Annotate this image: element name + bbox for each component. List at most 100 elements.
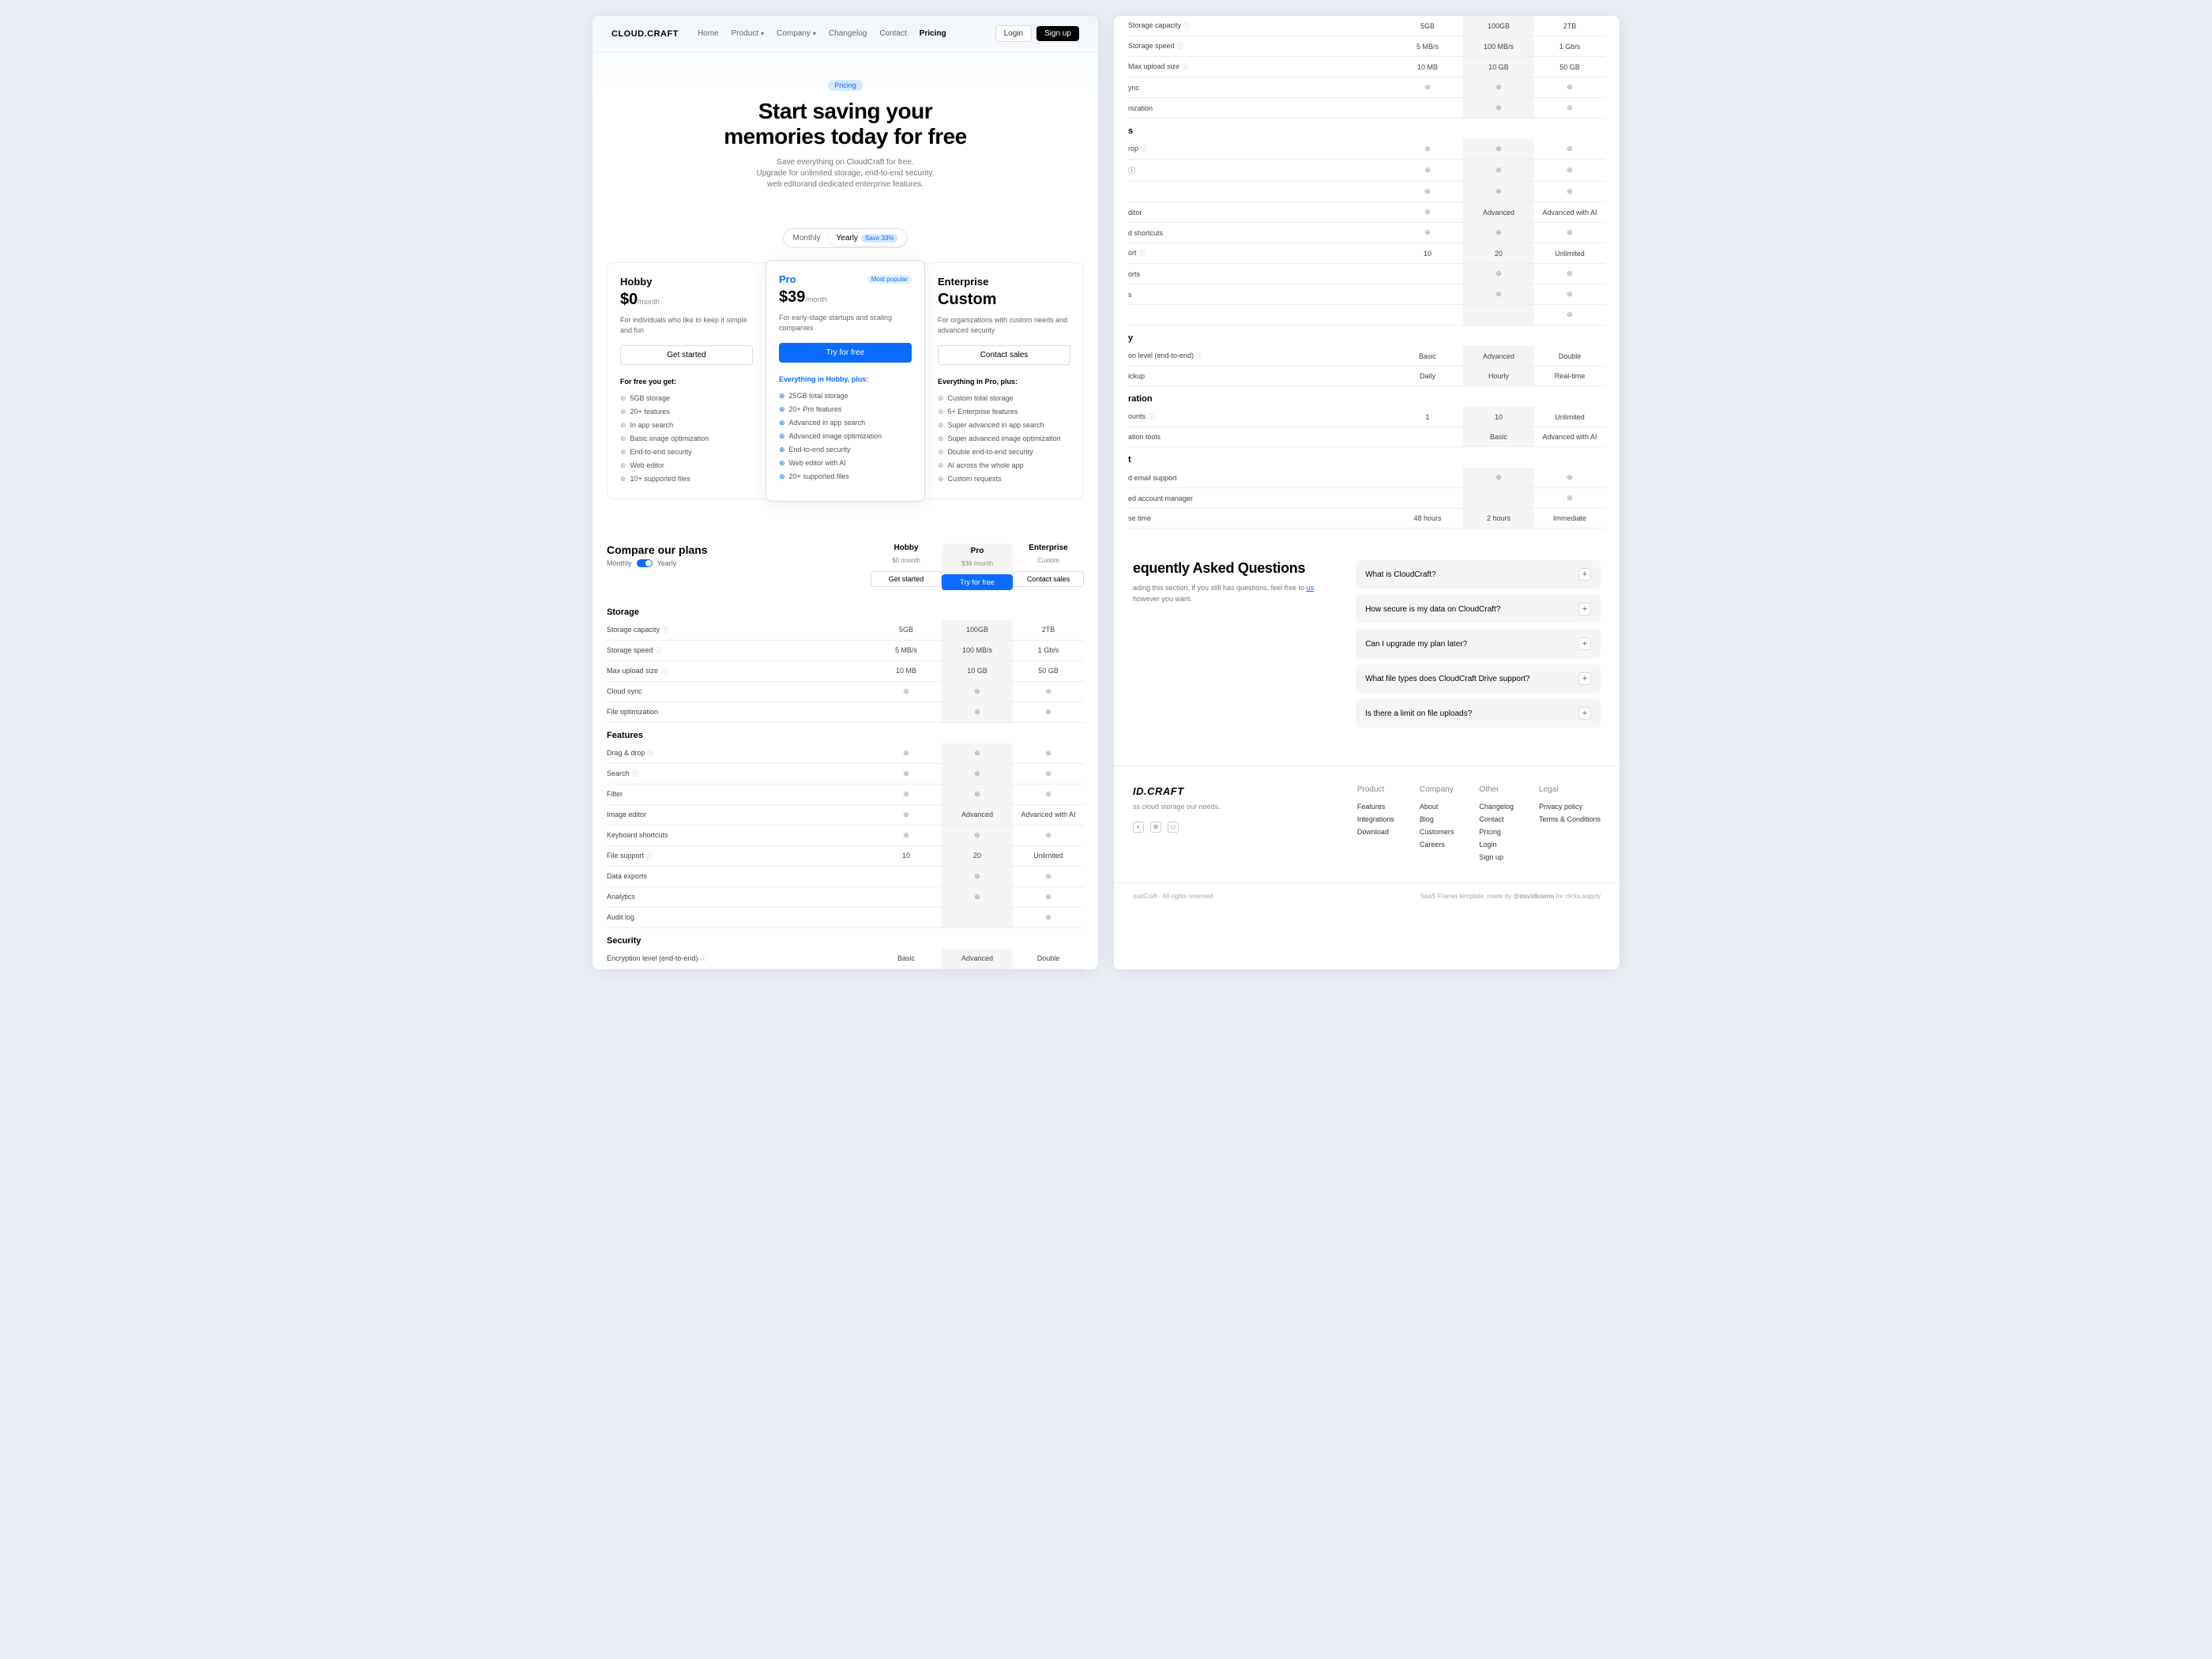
section-heading: ration: [1128, 386, 1605, 408]
footer-link[interactable]: Login: [1479, 838, 1514, 851]
nav-changelog[interactable]: Changelog: [829, 29, 867, 38]
feature-item: 20+ supported files: [779, 470, 912, 483]
nav-home[interactable]: Home: [698, 29, 719, 38]
feature-name: ditor: [1128, 202, 1392, 223]
page-title: Start saving yourmemories today for free: [611, 99, 1079, 149]
feature-row: ⊕: [1128, 305, 1605, 325]
footer-link[interactable]: Pricing: [1479, 826, 1514, 838]
footer-link[interactable]: Changelog: [1479, 800, 1514, 813]
info-icon[interactable]: ⓘ: [1139, 250, 1146, 257]
info-icon[interactable]: ⓘ: [648, 750, 654, 757]
plan-price: Custom: [938, 291, 1070, 309]
login-button[interactable]: Login: [995, 25, 1032, 42]
info-icon[interactable]: ⓘ: [662, 626, 668, 634]
feature-row: ed account manager⊕: [1128, 488, 1605, 509]
check-icon: ⊕: [1495, 228, 1502, 236]
faq-item[interactable]: What is CloudCraft?+: [1356, 560, 1601, 589]
nav-pricing[interactable]: Pricing: [920, 29, 946, 38]
footer-link[interactable]: Integrations: [1357, 813, 1394, 826]
check-icon: ⊕: [1424, 187, 1431, 195]
logo[interactable]: CLOUD.CRAFT: [611, 29, 679, 39]
check-icon: ⊕: [1424, 228, 1431, 236]
check-icon: ⊕: [1495, 187, 1502, 195]
info-icon[interactable]: ⓘ: [701, 955, 707, 962]
toggle-yearly[interactable]: YearlySave 33%: [829, 231, 906, 246]
feature-item: Super advanced image optimization: [938, 432, 1070, 446]
feature-name: ropⓘ: [1128, 139, 1392, 160]
plus-icon: +: [1578, 638, 1591, 650]
feature-name: Storage speedⓘ: [1128, 36, 1392, 57]
footer-link[interactable]: Customers: [1420, 826, 1454, 838]
author-link[interactable]: @davidkaimn: [1513, 893, 1554, 900]
footer-link[interactable]: Download: [1357, 826, 1394, 838]
contact-link[interactable]: us: [1307, 584, 1315, 592]
footer-link[interactable]: Features: [1357, 800, 1394, 813]
feature-row: s⊕⊕: [1128, 284, 1605, 305]
faq-item[interactable]: Can I upgrade my plan later?+: [1356, 630, 1601, 658]
info-icon[interactable]: ⓘ: [656, 647, 662, 654]
compare-col-pro: Pro$39 /monthTry for free: [942, 544, 1013, 590]
info-icon[interactable]: ⓘ: [1182, 63, 1188, 70]
faq-item[interactable]: What file types does CloudCraft Drive su…: [1356, 664, 1601, 693]
faq-question: What file types does CloudCraft Drive su…: [1365, 675, 1529, 683]
social-icon[interactable]: ▭: [1168, 822, 1179, 833]
plus-icon: +: [1578, 707, 1591, 720]
plan-name: Enterprise: [938, 276, 1070, 288]
plan-cta-button[interactable]: Get started: [620, 345, 753, 365]
faq-item[interactable]: Is there a limit on file uploads?+: [1356, 699, 1601, 728]
feature-row: Storage speedⓘ5 MB/s100 MB/s1 Gb/s: [1128, 36, 1605, 57]
footer-link[interactable]: Sign up: [1479, 851, 1514, 863]
toggle-monthly[interactable]: Monthly: [785, 231, 829, 246]
footer-link[interactable]: Blog: [1420, 813, 1454, 826]
footer-link[interactable]: Privacy policy: [1539, 800, 1601, 813]
social-icon[interactable]: ◐: [1133, 822, 1144, 833]
compare-cta-button[interactable]: Get started: [871, 571, 942, 587]
footer-tagline: ss cloud storage our needs.: [1133, 802, 1332, 812]
feature-row: Filter⊕⊕⊕: [607, 784, 1084, 804]
info-icon[interactable]: ⓘ: [1183, 22, 1190, 29]
plan-cta-button[interactable]: Try for free: [779, 343, 912, 363]
nav-contact[interactable]: Contact: [879, 29, 906, 38]
info-icon[interactable]: ⓘ: [1148, 413, 1154, 420]
nav-product[interactable]: Product▾: [732, 29, 764, 38]
feature-name: [1128, 182, 1392, 202]
feature-name: [1128, 305, 1392, 325]
save-badge: Save 33%: [861, 234, 897, 243]
info-icon[interactable]: ⓘ: [1141, 145, 1147, 152]
feature-name: nization: [1128, 98, 1392, 118]
billing-switch[interactable]: [637, 559, 653, 567]
check-icon: ⊕: [1495, 473, 1502, 481]
info-icon[interactable]: ⓘ: [632, 770, 638, 777]
check-icon: ⊕: [1045, 708, 1051, 716]
plan-price: $0/month: [620, 291, 753, 309]
footer-link[interactable]: Terms & Conditions: [1539, 813, 1601, 826]
info-icon[interactable]: ⓘ: [646, 852, 653, 860]
plan-name: ProMost popular: [779, 273, 912, 285]
feature-item: End-to-end security: [620, 446, 753, 459]
footer-link[interactable]: About: [1420, 800, 1454, 813]
plan-cta-button[interactable]: Contact sales: [938, 345, 1070, 365]
feature-row: Cloud sync⊕⊕⊕: [607, 681, 1084, 702]
check-icon: ⊕: [1567, 228, 1573, 236]
compare-cta-button[interactable]: Try for free: [942, 574, 1013, 590]
check-icon: ⊕: [1567, 269, 1573, 277]
signup-button[interactable]: Sign up: [1036, 26, 1079, 41]
feature-item: Basic image optimization: [620, 432, 753, 446]
info-icon[interactable]: ⓘ: [660, 668, 667, 675]
feature-row: nization⊕⊕: [1128, 98, 1605, 118]
info-icon[interactable]: ⓘ: [1196, 352, 1202, 359]
check-icon: ⊕: [1567, 145, 1573, 152]
nav-company[interactable]: Company▾: [777, 29, 816, 38]
plan-name: Hobby: [620, 276, 753, 288]
pricing-badge: Pricing: [828, 80, 863, 91]
footer-link[interactable]: Careers: [1420, 838, 1454, 851]
footer-link[interactable]: Contact: [1479, 813, 1514, 826]
compare-cta-button[interactable]: Contact sales: [1013, 571, 1084, 587]
plan-price: $39/month: [779, 288, 912, 307]
info-icon[interactable]: ⓘ: [1177, 43, 1183, 50]
check-icon: ⊕: [903, 687, 909, 695]
faq-item[interactable]: How secure is my data on CloudCraft?+: [1356, 595, 1601, 623]
feature-item: Advanced image optimization: [779, 430, 912, 443]
social-icon[interactable]: ⊕: [1150, 822, 1161, 833]
feature-row: ountsⓘ110Unlimited: [1128, 407, 1605, 427]
